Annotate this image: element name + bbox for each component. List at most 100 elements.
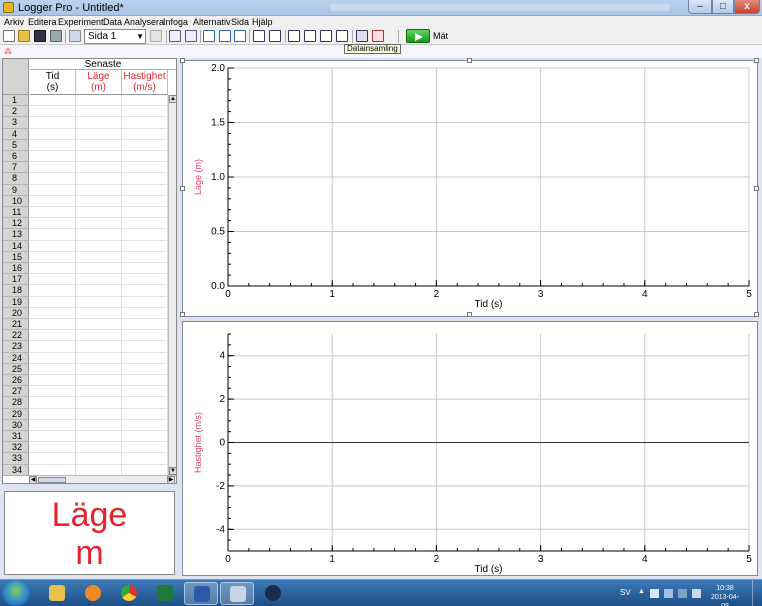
menu-hjalp[interactable]: Hjälp [252, 16, 273, 28]
resize-handle[interactable] [180, 58, 185, 63]
menu-data[interactable]: Data [103, 16, 122, 28]
table-row[interactable]: 31 [3, 431, 175, 443]
table-cell[interactable] [76, 386, 122, 398]
zoom-out-icon[interactable] [234, 30, 246, 42]
scroll-left-icon[interactable]: ◀ [29, 476, 37, 483]
table-cell[interactable] [30, 408, 76, 420]
scroll-up-icon[interactable]: ▲ [169, 95, 176, 103]
table-row[interactable]: 29 [3, 408, 175, 420]
table-cell[interactable] [76, 352, 122, 364]
table-cell[interactable] [122, 408, 168, 420]
table-cell[interactable] [122, 330, 168, 342]
taskbar-word[interactable] [184, 582, 218, 605]
table-cell[interactable] [30, 263, 76, 275]
taskbar-explorer[interactable] [40, 582, 74, 605]
table-row[interactable]: 12 [3, 218, 175, 230]
table-cell[interactable] [30, 341, 76, 353]
menu-experiment[interactable]: Experiment [58, 16, 104, 28]
table-row[interactable]: 19 [3, 296, 175, 308]
table-cell[interactable] [30, 431, 76, 443]
minimize-button[interactable]: – [688, 0, 712, 14]
tangent-icon[interactable] [269, 30, 281, 42]
zoom-in-icon[interactable] [219, 30, 231, 42]
table-cell[interactable] [122, 162, 168, 174]
table-cell[interactable] [122, 274, 168, 286]
table-cell[interactable] [76, 397, 122, 409]
resize-handle[interactable] [467, 312, 472, 317]
table-row[interactable]: 23 [3, 341, 175, 353]
table-cell[interactable] [30, 274, 76, 286]
table-row[interactable]: 17 [3, 274, 175, 286]
table-row[interactable]: 2 [3, 106, 175, 118]
show-desktop-button[interactable] [752, 580, 762, 606]
examine-icon[interactable] [253, 30, 265, 42]
data-table[interactable]: Senaste Tid (s) Läge (m) Hastighet (m/s)… [2, 58, 177, 484]
table-cell[interactable] [30, 151, 76, 163]
table-cell[interactable] [122, 453, 168, 465]
close-button[interactable]: x [734, 0, 760, 14]
table-cell[interactable] [76, 229, 122, 241]
table-cell[interactable] [76, 151, 122, 163]
table-row[interactable]: 15 [3, 251, 175, 263]
table-cell[interactable] [76, 431, 122, 443]
table-row[interactable]: 20 [3, 307, 175, 319]
menu-infoga[interactable]: Infoga [163, 16, 188, 28]
table-cell[interactable] [76, 363, 122, 375]
table-cell[interactable] [76, 285, 122, 297]
table-cell[interactable] [30, 419, 76, 431]
table-cell[interactable] [76, 117, 122, 129]
table-row[interactable]: 30 [3, 419, 175, 431]
table-cell[interactable] [122, 341, 168, 353]
table-cell[interactable] [76, 453, 122, 465]
table-cell[interactable] [76, 341, 122, 353]
table-cell[interactable] [76, 162, 122, 174]
table-cell[interactable] [122, 184, 168, 196]
table-row[interactable]: 24 [3, 352, 175, 364]
column-header-lage[interactable]: Läge (m) [76, 70, 122, 95]
table-row[interactable]: 1 [3, 95, 175, 107]
table-cell[interactable] [122, 263, 168, 275]
table-cell[interactable] [30, 207, 76, 219]
table-cell[interactable] [30, 251, 76, 263]
table-vertical-scrollbar[interactable]: ▲ ▼ [168, 95, 176, 475]
table-cell[interactable] [76, 319, 122, 331]
table-cell[interactable] [76, 106, 122, 118]
resize-handle[interactable] [180, 312, 185, 317]
table-row[interactable]: 27 [3, 386, 175, 398]
table-cell[interactable] [30, 330, 76, 342]
scroll-down-icon[interactable]: ▼ [169, 467, 176, 475]
table-cell[interactable] [30, 442, 76, 454]
table-row[interactable]: 9 [3, 184, 175, 196]
table-cell[interactable] [76, 95, 122, 107]
table-cell[interactable] [30, 139, 76, 151]
signal-icon[interactable] [678, 589, 687, 598]
table-cell[interactable] [122, 352, 168, 364]
table-cell[interactable] [30, 218, 76, 230]
table-row[interactable]: 5 [3, 139, 175, 151]
table-horizontal-scrollbar[interactable]: ◀ ▶ [29, 475, 176, 483]
scroll-right-icon[interactable]: ▶ [167, 476, 175, 483]
taskbar-excel[interactable] [148, 582, 182, 605]
statistics-icon[interactable] [288, 30, 300, 42]
resize-handle[interactable] [754, 58, 759, 63]
table-cell[interactable] [122, 419, 168, 431]
table-cell[interactable] [30, 162, 76, 174]
table-cell[interactable] [122, 442, 168, 454]
table-row[interactable]: 32 [3, 442, 175, 454]
resize-handle[interactable] [754, 312, 759, 317]
table-cell[interactable] [30, 386, 76, 398]
table-cell[interactable] [122, 363, 168, 375]
next-page-icon[interactable] [150, 30, 162, 42]
table-cell[interactable] [30, 229, 76, 241]
table-icon[interactable] [169, 30, 181, 42]
table-cell[interactable] [122, 218, 168, 230]
table-row[interactable]: 13 [3, 229, 175, 241]
curve-fit-icon[interactable] [304, 30, 316, 42]
resize-handle[interactable] [467, 58, 472, 63]
language-indicator[interactable]: SV [620, 588, 631, 597]
page-icon[interactable] [69, 30, 81, 42]
taskbar-chrome[interactable] [112, 582, 146, 605]
table-cell[interactable] [122, 397, 168, 409]
table-row[interactable]: 33 [3, 453, 175, 465]
meter-icon[interactable] [185, 30, 197, 42]
